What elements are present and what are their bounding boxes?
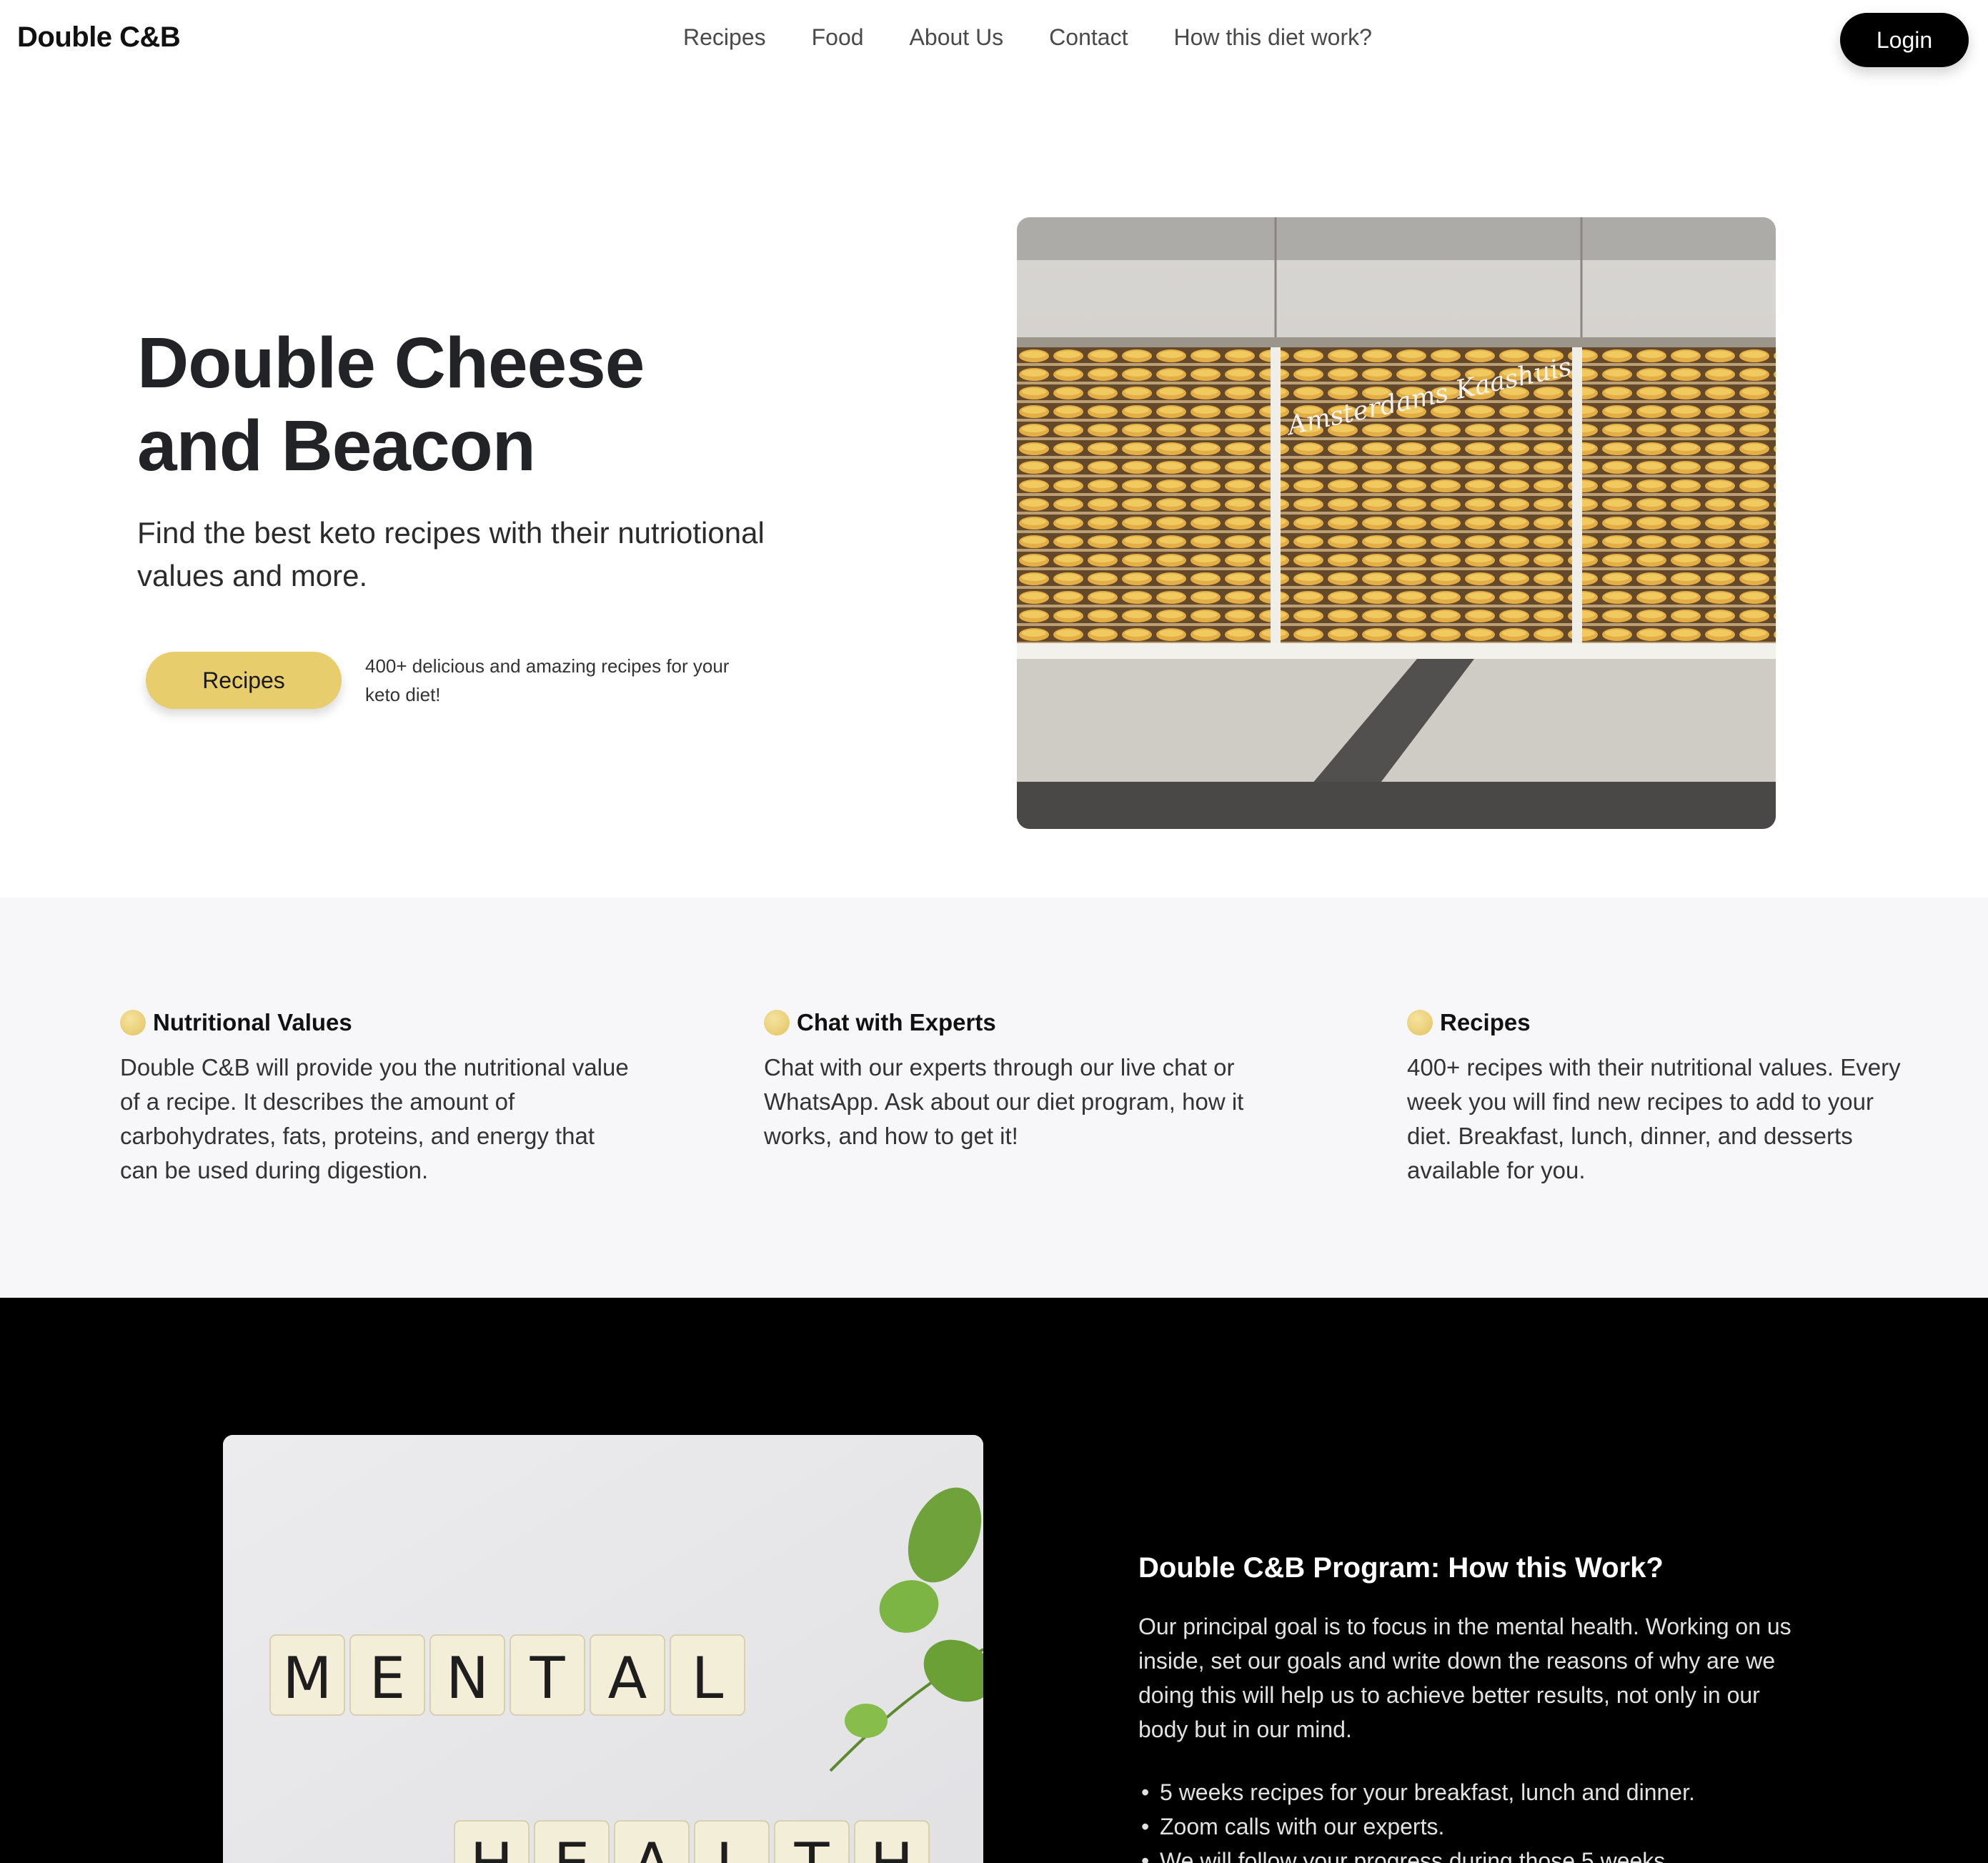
top-navbar: Double C&B Recipes Food About Us Contact… [0, 0, 1988, 81]
yellow-dot-icon [120, 1010, 146, 1035]
tile-letter: T [794, 1831, 830, 1863]
feature-title: Nutritional Values [153, 1009, 352, 1035]
yellow-dot-icon [764, 1010, 790, 1035]
tile-letter: E [554, 1831, 590, 1863]
tile-letter: E [369, 1645, 406, 1712]
hero-subtitle: Find the best keto recipes with their nu… [137, 516, 765, 592]
tile-letter: N [446, 1645, 489, 1712]
cheese-shop-illustration: Amsterdams Kaashuis [1017, 217, 1776, 829]
tile-letter: T [530, 1645, 566, 1712]
feature-text: Double C&B will provide you the nutritio… [120, 1054, 629, 1183]
program-section: M E N T A L H E A L T [0, 1298, 1988, 1863]
features-section: Nutritional Values Double C&B will provi… [0, 898, 1988, 1298]
mental-health-tiles-illustration: M E N T A L H E A L T [223, 1435, 983, 1863]
hero-image-cheese-shop: Amsterdams Kaashuis [1017, 217, 1776, 829]
nav-links: Recipes Food About Us Contact How this d… [683, 24, 1372, 51]
recipes-cta-button[interactable]: Recipes [146, 652, 342, 709]
tile-letter: L [716, 1831, 748, 1863]
cta-note: 400+ delicious and amazing recipes for y… [365, 655, 730, 705]
list-item: We will follow your progress during thos… [1138, 1844, 1810, 1863]
nav-link-food[interactable]: Food [812, 24, 864, 51]
nav-link-how-diet-works[interactable]: How this diet work? [1173, 24, 1371, 51]
feature-text: Chat with our experts through our live c… [764, 1054, 1244, 1149]
nav-link-recipes[interactable]: Recipes [683, 24, 766, 51]
tile-letter: M [282, 1645, 332, 1712]
tile-letter: L [692, 1645, 724, 1712]
hero-title: Double Cheese and Beacon [137, 323, 645, 486]
tile-letter: H [470, 1831, 513, 1863]
yellow-dot-icon [1407, 1010, 1433, 1035]
tile-letter: A [632, 1831, 672, 1863]
brand-logo[interactable]: Double C&B [17, 21, 181, 54]
nav-link-about-us[interactable]: About Us [910, 24, 1004, 51]
program-title: Double C&B Program: How this Work? [1138, 1552, 1664, 1584]
nav-link-contact[interactable]: Contact [1049, 24, 1128, 51]
mental-health-image: M E N T A L H E A L T [223, 1435, 983, 1863]
tile-letter: A [608, 1645, 647, 1712]
login-button[interactable]: Login [1840, 13, 1969, 67]
feature-recipes: Recipes 400+ recipes with their nutritio… [1407, 1009, 1922, 1188]
feature-chat-with-experts: Chat with Experts Chat with our experts … [764, 1009, 1278, 1153]
program-benefits-list: 5 weeks recipes for your breakfast, lunc… [1138, 1775, 1810, 1863]
feature-title: Chat with Experts [797, 1009, 996, 1035]
tile-letter: H [870, 1831, 913, 1863]
program-text: Our principal goal is to focus in the me… [1138, 1614, 1791, 1742]
list-item: 5 weeks recipes for your breakfast, lunc… [1138, 1775, 1810, 1809]
list-item: Zoom calls with our experts. [1138, 1809, 1810, 1844]
feature-title: Recipes [1440, 1009, 1531, 1035]
feature-text: 400+ recipes with their nutritional valu… [1407, 1054, 1901, 1183]
feature-nutritional-values: Nutritional Values Double C&B will provi… [120, 1009, 635, 1188]
